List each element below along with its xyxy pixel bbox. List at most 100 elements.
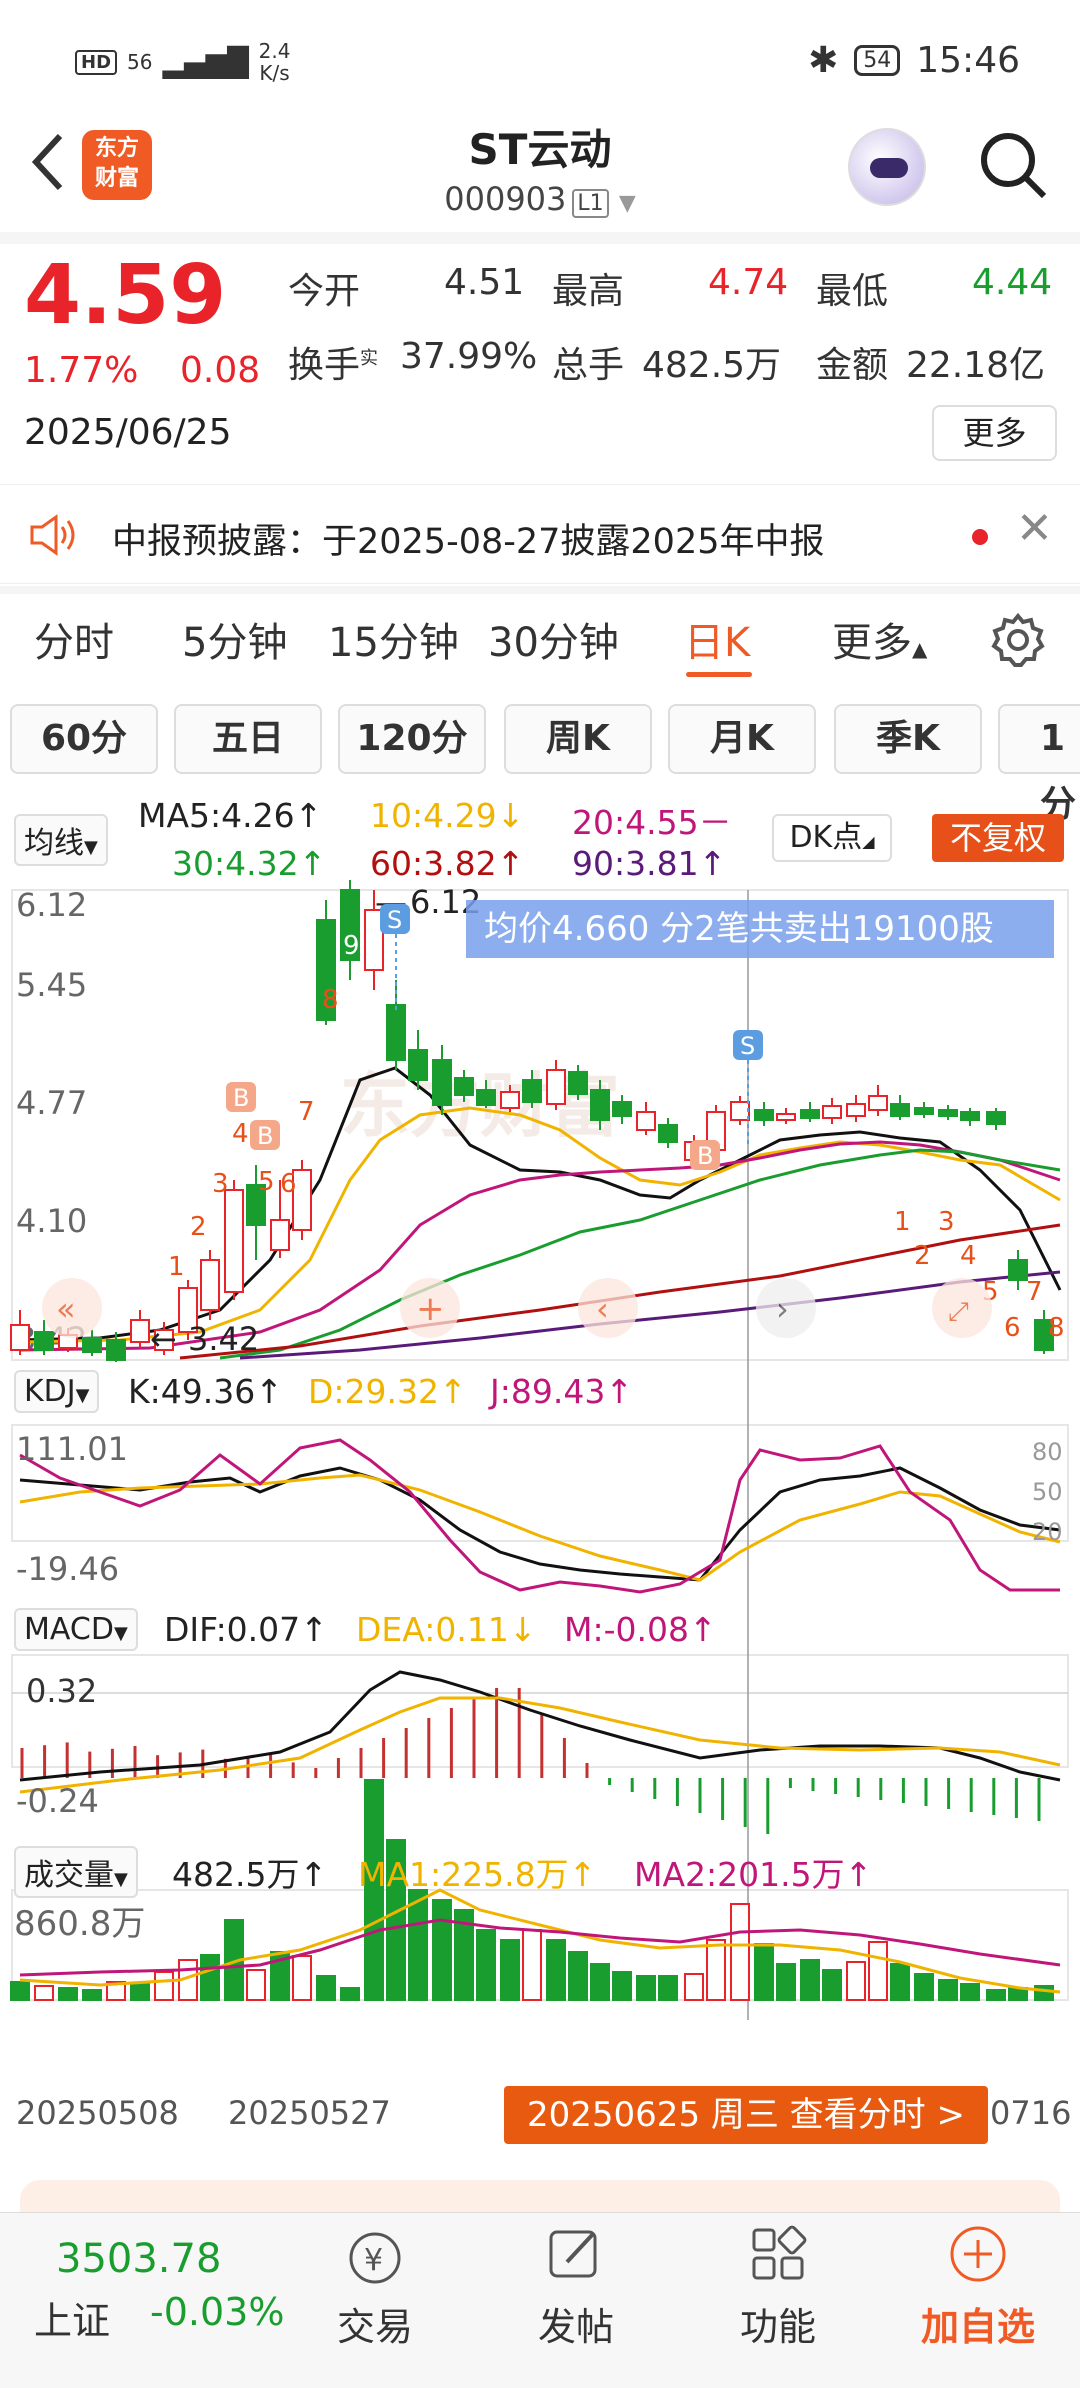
candle-body [408,1049,428,1081]
tab-5min[interactable]: 5分钟 [182,610,287,668]
candle-body [938,1109,958,1117]
kline-chart-area[interactable]: 东方财富 6.12 5.45 4.77 4.10 3.42 — 6.12 ← 3… [0,880,1080,2190]
tab-more[interactable]: 更多▲ [832,610,927,668]
svg-text:2: 2 [190,1212,207,1242]
volume-bar [500,1939,520,2001]
period-month[interactable]: 月K [668,704,816,774]
tab-30min[interactable]: 30分钟 [488,610,619,668]
view-intraday-button[interactable]: 20250625 周三 查看分时 > [504,2086,988,2144]
turnover-label: 换手实 [288,345,379,386]
x-axis-date: 0716 [990,2094,1071,2132]
candle-body [546,1069,566,1105]
period-season[interactable]: 季K [834,704,982,774]
change-amount: 0.08 [180,350,261,391]
kdj-ref-label: 20 [1032,1518,1063,1546]
add-watchlist-label[interactable]: 加自选 [908,2296,1048,2351]
add-watchlist-icon[interactable] [948,2224,1008,2288]
gear-icon[interactable] [990,612,1046,668]
signal-icon: 56 [127,50,153,74]
kdj-ref-label: 50 [1032,1478,1063,1506]
dk-point-toggle[interactable]: DK点◢ [772,814,892,862]
kdj-top-label: 111.01 [16,1430,128,1468]
tab-daily-k[interactable]: 日K [684,610,750,668]
post-icon[interactable] [545,2224,605,2288]
kdj-ref-label: 80 [1032,1438,1063,1466]
macd-bottom-label: -0.24 [16,1782,99,1820]
period-120min[interactable]: 120分 [338,704,486,774]
ma-selector[interactable]: 均线▼ [14,814,108,866]
candle-body [914,1107,934,1115]
volume-bar [636,1975,656,2001]
post-label[interactable]: 发帖 [506,2296,646,2351]
close-icon[interactable]: ✕ [1016,503,1053,554]
candle-body [960,1111,980,1121]
low-value: 4.44 [972,262,1053,303]
active-tab-indicator [686,672,752,677]
macd-selector[interactable]: MACD▼ [14,1608,138,1651]
trade-icon[interactable]: ¥ [340,2228,410,2292]
volume-bar [684,1973,704,2001]
candle-body [1008,1259,1028,1281]
volume-bar [776,1963,796,2001]
period-1min[interactable]: 1分 [998,704,1080,825]
function-label[interactable]: 功能 [708,2296,848,2351]
ma10-value: 10:4.29↓ [370,796,525,835]
amount-value: 22.18亿 [906,345,1046,386]
period-60min[interactable]: 60分 [10,704,158,774]
more-button[interactable]: 更多 [932,405,1057,461]
candle-body [730,1101,750,1121]
speaker-icon [30,514,75,556]
hd-badge: HD [75,49,118,75]
macd-top-label: 0.32 [26,1672,97,1710]
svg-text:4: 4 [232,1119,249,1149]
avg-price-tooltip: 均价4.660 分2笔共卖出19100股 [466,900,1054,958]
assistant-avatar-icon[interactable] [848,128,926,206]
candle-body [224,1189,244,1293]
search-icon[interactable] [978,130,1048,200]
volume-ma1: MA1:225.8万↑ [358,1855,597,1894]
function-icon[interactable] [748,2224,808,2288]
svg-text:6: 6 [1004,1313,1021,1343]
volume-bar [546,1939,566,2001]
candle-body [130,1319,150,1343]
svg-text:›: › [776,1290,789,1328]
no-adjust-button[interactable]: 不复权 [932,814,1064,862]
status-bar: HD 56 ▂▄▆█ 2.4 K/s ✱ 54 15:46 [0,0,1080,120]
ma90-value: 90:3.81↑ [572,844,727,883]
svg-text:1: 1 [168,1252,185,1282]
macd-dif-line [19,1670,1061,1782]
y-label: 6.12 [16,886,87,924]
volume-bar [846,1961,866,2001]
tab-fenshi[interactable]: 分时 [34,610,114,668]
notice-bar[interactable]: 中报预披露：于2025-08-27披露2025年中报 ✕ [0,484,1080,584]
candle-body [200,1259,220,1311]
trade-label[interactable]: 交易 [305,2296,445,2351]
svg-text:3: 3 [212,1169,229,1199]
index-change[interactable]: -0.03% [150,2290,284,2334]
clock: 15:46 [916,40,1020,81]
volume-value: 482.5万 [642,345,782,386]
candle-body [522,1079,542,1103]
period-5day[interactable]: 五日 [174,704,322,774]
volume-selector[interactable]: 成交量▼ [14,1846,138,1898]
candle-body [34,1331,54,1351]
kdj-bottom-label: -19.46 [16,1550,119,1588]
volume-bar [34,1985,54,2001]
candle-body [868,1095,888,1111]
index-name[interactable]: 上证 [34,2290,110,2345]
svg-text:+: + [416,1289,445,1329]
svg-text:8: 8 [322,985,339,1015]
tab-15min[interactable]: 15分钟 [328,610,459,668]
svg-text:5: 5 [258,1167,275,1197]
ma60-value: 60:3.82↑ [370,844,525,883]
volume-bar [200,1954,220,2001]
period-week[interactable]: 周K [504,704,652,774]
svg-text:1: 1 [894,1207,911,1237]
index-value[interactable]: 3503.78 [56,2236,221,2282]
x-axis-date: 20250527 [228,2094,391,2132]
kdj-selector[interactable]: KDJ▼ [14,1370,100,1413]
volume-value: 482.5万↑ [172,1855,328,1894]
volume-bar [730,1903,750,2001]
volume-bar [476,1929,496,2001]
ma30-value: 30:4.32↑ [172,844,327,883]
